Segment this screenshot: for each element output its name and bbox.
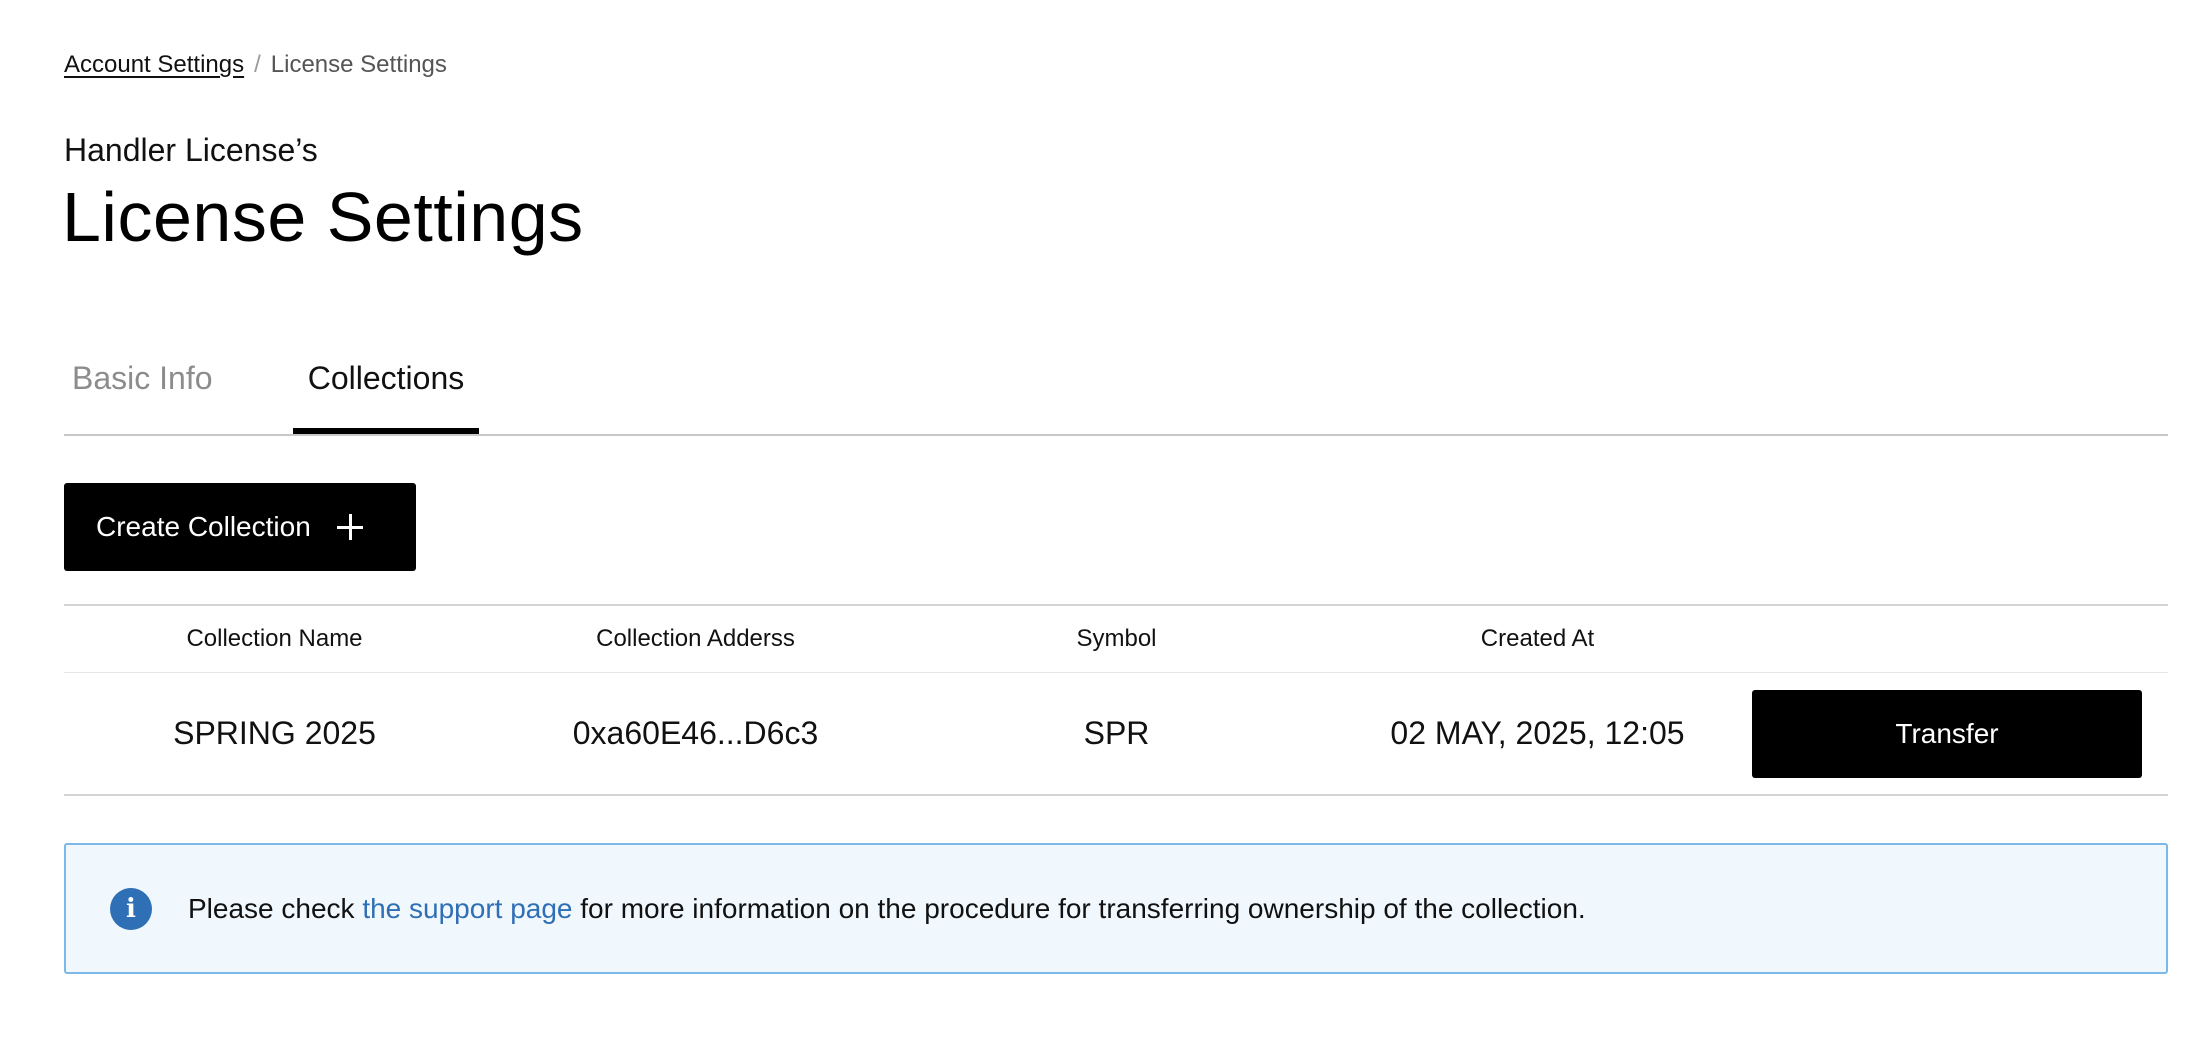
cell-created-at: 02 MAY, 2025, 12:05	[1390, 715, 1685, 751]
tab-bar: Basic Info Collections	[64, 330, 2168, 436]
cell-collection-name: SPRING 2025	[173, 715, 376, 751]
cell-symbol: SPR	[1083, 715, 1150, 751]
breadcrumb-separator: /	[254, 51, 261, 78]
create-collection-button[interactable]: Create Collection	[64, 483, 416, 571]
create-collection-label: Create Collection	[96, 511, 311, 542]
page-subtitle: Handler License’s	[64, 132, 318, 168]
plus-icon	[336, 514, 363, 540]
info-text-after: for more information on the procedure fo…	[572, 892, 1586, 924]
breadcrumb-account-settings-link[interactable]: Account Settings	[64, 50, 244, 80]
tab-collections[interactable]: Collections	[293, 358, 479, 434]
breadcrumb: Account Settings / License Settings	[64, 50, 447, 80]
table-header: Collection Name Collection Adderss Symbo…	[64, 606, 2168, 673]
header-symbol: Symbol	[1076, 625, 1157, 652]
support-page-link[interactable]: the support page	[362, 893, 572, 924]
page-title: License Settings	[62, 178, 584, 256]
info-text-before: Please check	[188, 892, 363, 924]
info-icon: i	[110, 887, 152, 930]
info-notice: i Please check the support page for more…	[64, 843, 2168, 974]
header-created-at: Created At	[1480, 625, 1595, 652]
header-collection-name: Collection Name	[186, 625, 363, 652]
header-collection-address: Collection Adderss	[596, 625, 795, 652]
info-text: Please check the support page for more i…	[188, 893, 1586, 925]
table-row: SPRING 2025 0xa60E46...D6c3 SPR 02 MAY, …	[64, 673, 2168, 796]
cell-actions: Transfer	[1748, 689, 2168, 778]
transfer-button[interactable]: Transfer	[1752, 689, 2142, 778]
cell-collection-address: 0xa60E46...D6c3	[572, 715, 819, 751]
breadcrumb-current: License Settings	[270, 51, 447, 78]
collections-table: Collection Name Collection Adderss Symbo…	[64, 604, 2168, 796]
tab-basic-info[interactable]: Basic Info	[72, 358, 213, 432]
